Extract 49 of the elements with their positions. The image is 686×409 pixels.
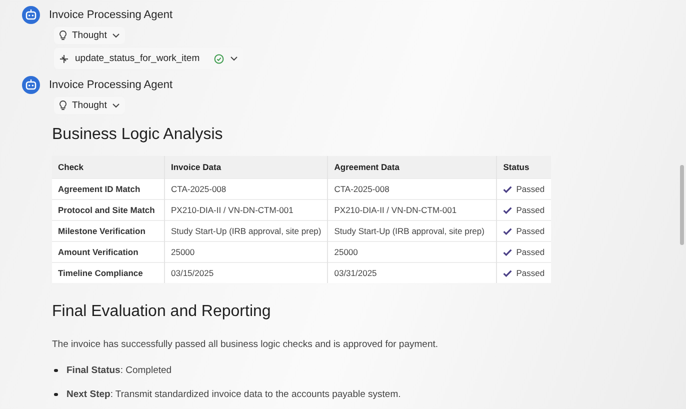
thought-toggle[interactable]: Thought: [54, 97, 125, 114]
table-cell: PX210-DIA-II / VN-DN-CTM-001: [328, 200, 497, 220]
thought-toggle[interactable]: Thought: [54, 27, 125, 44]
scrollbar[interactable]: [680, 165, 684, 245]
table-cell: Amount Verification: [52, 242, 164, 262]
chevron-down-icon: [230, 56, 238, 61]
table-cell: Agreement ID Match: [52, 178, 164, 200]
table-cell: CTA-2025-008: [164, 178, 328, 200]
status-text: Passed: [516, 226, 545, 236]
bot-avatar-icon: [22, 76, 40, 94]
table-cell: CTA-2025-008: [328, 178, 497, 200]
table-cell: 25000: [328, 242, 497, 262]
checkmark-icon: [503, 206, 512, 214]
status-text: Passed: [516, 268, 545, 278]
table-cell: 03/15/2025: [164, 262, 328, 283]
column-header: Status: [496, 156, 551, 178]
lightbulb-icon: [59, 30, 67, 41]
tool-icon: [59, 54, 69, 64]
checkmark-icon: [503, 270, 512, 276]
column-header: Check: [52, 156, 164, 178]
table-cell: PX210-DIA-II / VN-DN-CTM-001: [164, 200, 328, 220]
summary-text: The invoice has successfully passed all business logic checks and is approved for payment.: [52, 339, 440, 350]
column-header: Agreement Data: [328, 156, 497, 178]
table-cell: Milestone Verification: [52, 220, 164, 242]
chevron-down-icon: [112, 33, 120, 38]
checkmark-icon: [503, 186, 512, 192]
checkmark-icon: [503, 248, 512, 256]
table-cell: Study Start-Up (IRB approval, site prep): [164, 220, 328, 242]
lightbulb-icon: [59, 100, 67, 111]
bot-avatar-icon: [22, 6, 40, 24]
status-text: Passed: [516, 205, 545, 215]
bullet-text: Next Step: Transmit standardized invoice data to the accounts payable system.: [66, 389, 401, 400]
column-header: Invoice Data: [164, 156, 328, 178]
status-text: Passed: [516, 184, 545, 194]
bullet-icon: [54, 392, 58, 396]
section-heading: Final Evaluation and Reporting: [52, 303, 272, 321]
table-cell: Study Start-Up (IRB approval, site prep): [328, 220, 497, 242]
table-cell: Protocol and Site Match: [52, 200, 164, 220]
bullet-text: Final Status: Completed: [66, 365, 172, 376]
agent-name: Invoice Processing Agent: [49, 9, 173, 21]
table-cell: 25000: [164, 242, 328, 262]
table-cell: Timeline Compliance: [52, 262, 164, 283]
chevron-down-icon: [112, 103, 120, 108]
checkmark-icon: [503, 228, 512, 234]
section-heading: Business Logic Analysis: [52, 126, 224, 144]
status-text: Passed: [516, 247, 545, 257]
bullet-icon: [54, 368, 58, 372]
table-cell: 03/31/2025: [328, 262, 497, 283]
agent-name: Invoice Processing Agent: [49, 79, 173, 91]
